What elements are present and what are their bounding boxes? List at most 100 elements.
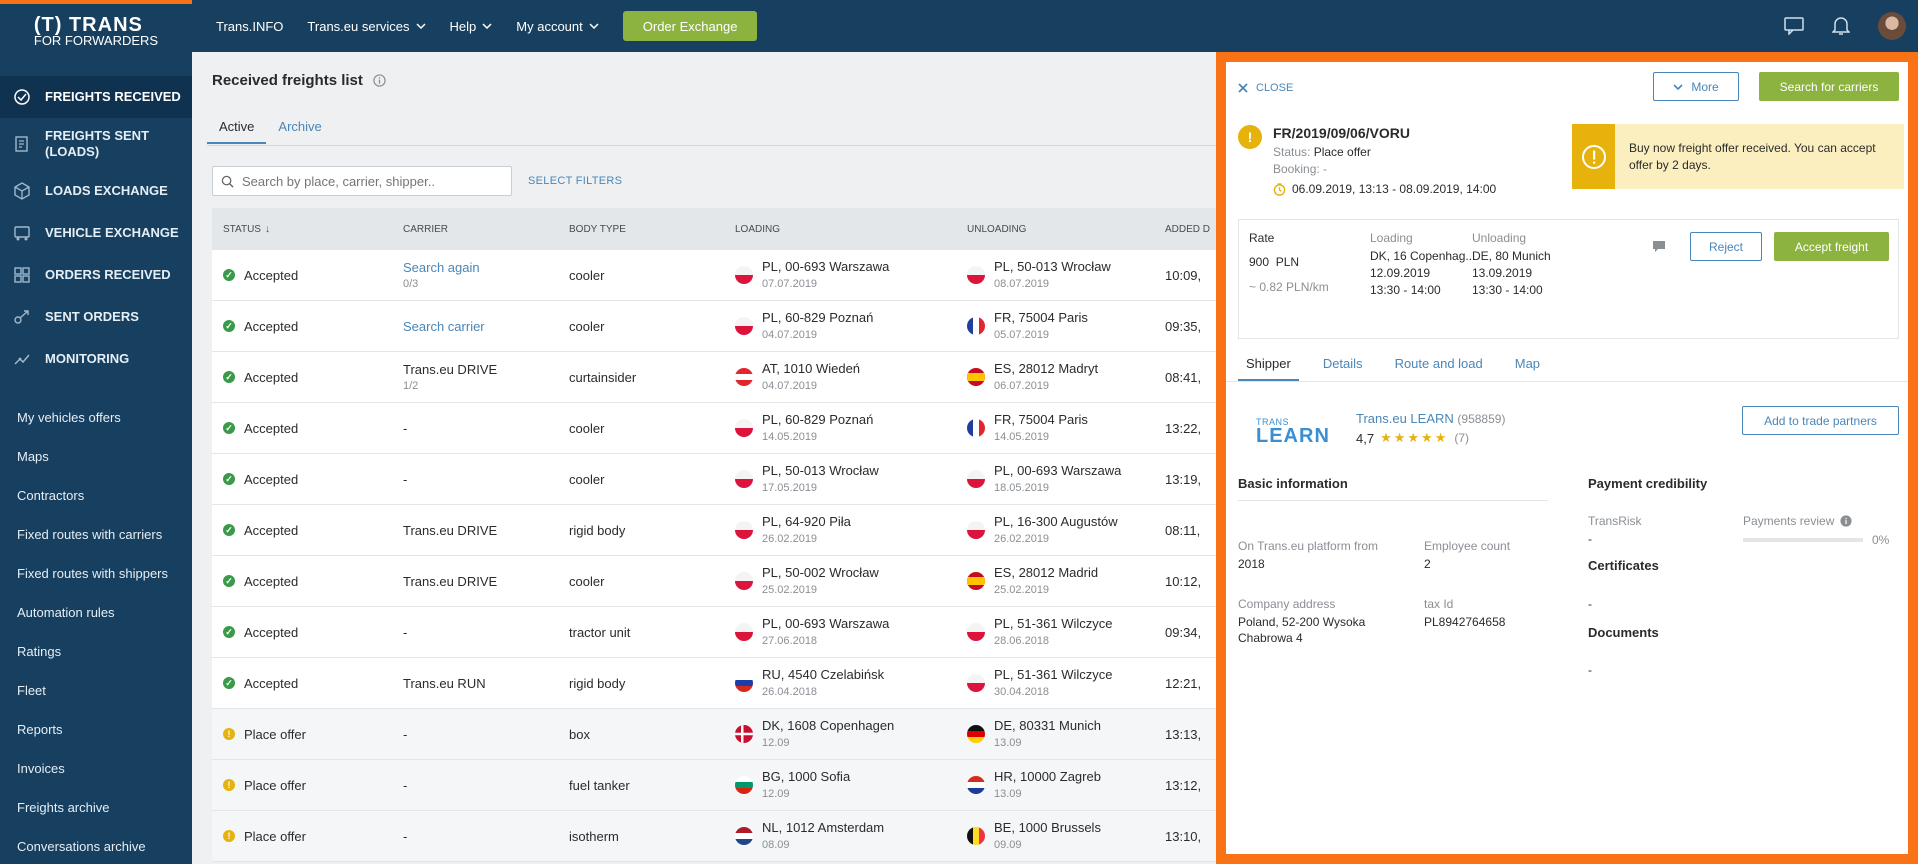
search-icon	[221, 175, 234, 188]
unloading-cell: ES, 28012 Madrid 25.02.2019	[967, 565, 1165, 598]
sidebar-link-my-vehicles-offers[interactable]: My vehicles offers	[0, 398, 192, 437]
messages-icon[interactable]	[1784, 17, 1804, 35]
body-type-cell: box	[569, 726, 590, 742]
loading-cell: NL, 1012 Amsterdam 08.09	[735, 820, 967, 853]
loading-place: BG, 1000 Sofia	[762, 768, 851, 784]
header-status-label: STATUS	[223, 223, 261, 235]
sidebar-link-automation-rules[interactable]: Automation rules	[0, 593, 192, 632]
carrier-cell: -	[403, 727, 569, 742]
select-filters-link[interactable]: SELECT FILTERS	[528, 175, 622, 187]
search-carriers-button[interactable]: Search for carriers	[1759, 72, 1899, 101]
sidebar-item-vehicle-exchange[interactable]: VEHICLE EXCHANGE	[0, 212, 192, 254]
sidebar-item-orders-received[interactable]: ORDERS RECEIVED	[0, 254, 192, 296]
comment-icon[interactable]	[1652, 240, 1666, 253]
body-type-cell: isotherm	[569, 828, 619, 844]
booking-key: Booking:	[1273, 162, 1320, 176]
tab-route-and-load[interactable]: Route and load	[1387, 353, 1491, 381]
more-button[interactable]: More	[1653, 72, 1739, 101]
check-circle-icon: ✓	[223, 473, 235, 485]
pl-flag-icon	[967, 521, 985, 539]
tab-details[interactable]: Details	[1315, 353, 1371, 381]
search-input[interactable]	[242, 173, 492, 189]
es-flag-icon	[967, 572, 985, 590]
pl-flag-icon	[735, 266, 753, 284]
sidebar-link-maps[interactable]: Maps	[0, 437, 192, 476]
company-name[interactable]: Trans.eu LEARN (958859)	[1356, 411, 1505, 426]
sidebar-link-freights-archive[interactable]: Freights archive	[0, 788, 192, 827]
carrier-text[interactable]: Search again	[403, 260, 480, 275]
pl-flag-icon	[967, 674, 985, 692]
sidebar-item-label: MONITORING	[45, 351, 130, 366]
loading-date: 07.07.2019	[762, 277, 818, 290]
buy-now-notice: Buy now freight offer received. You can …	[1572, 124, 1904, 189]
tab-archive[interactable]: Archive	[266, 116, 333, 144]
trans-info-link[interactable]: Trans.INFO	[216, 19, 283, 34]
payments-review-text: Payments review	[1743, 514, 1835, 528]
status-cell: ✓ Accepted	[212, 370, 403, 385]
sidebar-item-sent-orders[interactable]: SENT ORDERS	[0, 296, 192, 338]
address-line-1: Poland, 52-200 Wysoka	[1238, 615, 1366, 629]
payments-review-value: 0%	[1872, 533, 1890, 547]
alert-icon	[1572, 124, 1615, 189]
sidebar-item-monitoring[interactable]: MONITORING	[0, 338, 192, 380]
order-exchange-button[interactable]: Order Exchange	[622, 11, 758, 41]
documents-value: -	[1588, 663, 1592, 677]
check-circle-icon: ✓	[223, 422, 235, 434]
close-icon	[1238, 83, 1248, 93]
status-cell: ✓ Accepted	[212, 472, 403, 487]
certificates-value: -	[1588, 597, 1592, 611]
tax-id-label: tax Id	[1424, 597, 1454, 611]
sidebar-link-reports[interactable]: Reports	[0, 710, 192, 749]
accept-freight-button[interactable]: Accept freight	[1774, 232, 1889, 261]
sort-arrow-icon: ↓	[264, 223, 270, 235]
sidebar-link-contractors[interactable]: Contractors	[0, 476, 192, 515]
sidebar-link-conversations-archive[interactable]: Conversations archive	[0, 827, 192, 864]
unloading-place: PL, 00-693 Warszawa	[994, 462, 1122, 478]
loading-date: 12.09.2019	[1370, 266, 1431, 280]
body-type-cell: cooler	[569, 267, 605, 283]
sidebar-item-freights-sent-loads[interactable]: FREIGHTS SENT (LOADS)	[0, 118, 192, 170]
sidebar-item-freights-received[interactable]: FREIGHTS RECEIVED	[0, 76, 192, 118]
check-circle-icon: ✓	[223, 371, 235, 383]
unloading-place: PL, 50-013 Wrocław	[994, 258, 1111, 274]
header-status[interactable]: STATUS ↓	[212, 224, 403, 235]
add-trade-partner-button[interactable]: Add to trade partners	[1742, 406, 1899, 435]
ru-flag-icon	[735, 674, 753, 692]
unloading-cell: PL, 16-300 Augustów 26.02.2019	[967, 514, 1165, 547]
platform-since-value: 2018	[1238, 557, 1265, 571]
sidebar-link-fleet[interactable]: Fleet	[0, 671, 192, 710]
unloading-details: DE, 80 Munich 13.09.2019 13:30 - 14:00	[1472, 248, 1551, 299]
sidebar-link-invoices[interactable]: Invoices	[0, 749, 192, 788]
sidebar-link-fixed-routes-with-carriers[interactable]: Fixed routes with carriers	[0, 515, 192, 554]
list-tabs: Active Archive	[207, 116, 334, 144]
tab-map[interactable]: Map	[1507, 353, 1548, 381]
carrier-cell: Trans.eu DRIVE 1/2	[403, 362, 569, 392]
sidebar-link-fixed-routes-with-shippers[interactable]: Fixed routes with shippers	[0, 554, 192, 593]
status-text: Place offer	[244, 726, 306, 742]
close-panel-button[interactable]: CLOSE	[1238, 82, 1293, 94]
sidebar-item-loads-exchange[interactable]: LOADS EXCHANGE	[0, 170, 192, 212]
bell-icon[interactable]	[1832, 16, 1850, 36]
carrier-text[interactable]: Search carrier	[403, 319, 485, 334]
pl-flag-icon	[735, 470, 753, 488]
services-menu[interactable]: Trans.eu services	[307, 19, 426, 34]
loading-place: PL, 50-002 Wrocław	[762, 564, 879, 580]
unloading-cell: ES, 28012 Madryt 06.07.2019	[967, 361, 1165, 394]
sidebar-link-ratings[interactable]: Ratings	[0, 632, 192, 671]
carrier-cell: -	[403, 625, 569, 640]
help-menu[interactable]: Help	[450, 19, 493, 34]
info-icon[interactable]	[373, 74, 386, 87]
certificates-title: Certificates	[1588, 558, 1659, 573]
logo[interactable]: (T) TRANS FOR FORWARDERS	[0, 4, 192, 56]
loading-place: PL, 50-013 Wrocław	[762, 462, 879, 478]
trans-info-label: Trans.INFO	[216, 18, 284, 34]
unloading-place: ES, 28012 Madryt	[994, 360, 1099, 376]
tab-active[interactable]: Active	[207, 116, 267, 144]
info-icon[interactable]	[1840, 515, 1852, 527]
loading-place: PL, 64-920 Piła	[762, 513, 851, 529]
account-menu[interactable]: My account	[516, 19, 599, 34]
main-nav: FREIGHTS RECEIVED FREIGHTS SENT (LOADS) LO…	[0, 76, 192, 380]
reject-button[interactable]: Reject	[1690, 232, 1762, 261]
user-avatar[interactable]	[1878, 12, 1906, 40]
tab-shipper[interactable]: Shipper	[1238, 353, 1299, 381]
